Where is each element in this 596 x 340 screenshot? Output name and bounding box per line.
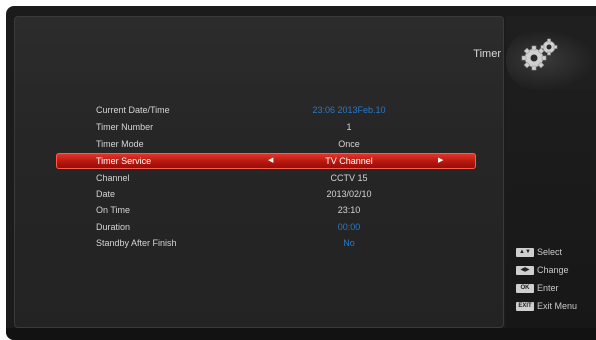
help-change: ◀▶ Change xyxy=(516,263,569,277)
row-label: Date xyxy=(96,189,116,199)
right-arrow-icon[interactable]: ▶ xyxy=(438,153,443,169)
row-label: Channel xyxy=(96,173,130,183)
row-channel[interactable]: Channel CCTV 15 xyxy=(56,170,476,186)
help-label: Change xyxy=(537,265,569,275)
row-value: No xyxy=(343,238,355,248)
row-value: 23:06 2013Feb.10 xyxy=(312,105,386,115)
row-value: 1 xyxy=(346,122,352,132)
help-label: Enter xyxy=(537,283,559,293)
row-label: Timer Number xyxy=(96,122,154,132)
row-current-date-time: Current Date/Time 23:06 2013Feb.10 xyxy=(56,102,476,118)
row-value: TV Channel xyxy=(325,156,373,166)
ok-key-icon: OK xyxy=(516,284,534,294)
row-label: Standby After Finish xyxy=(96,238,177,248)
left-right-key-icon: ◀▶ xyxy=(516,266,534,276)
row-value: 23:10 xyxy=(337,205,361,215)
help-exit-menu: EXIT Exit Menu xyxy=(516,299,577,313)
row-value: CCTV 15 xyxy=(330,173,368,183)
bottom-strip xyxy=(6,328,596,340)
row-label: Timer Service xyxy=(96,156,152,166)
row-label: Current Date/Time xyxy=(96,105,170,115)
exit-key-icon: EXIT xyxy=(516,302,534,312)
help-select: ▲▼ Select xyxy=(516,245,562,259)
row-value: 00:00 xyxy=(337,222,361,232)
row-value: 2013/02/10 xyxy=(326,189,372,199)
row-timer-service[interactable]: Timer Service ◀ TV Channel ▶ xyxy=(56,153,476,169)
help-label: Select xyxy=(537,247,563,257)
help-enter: OK Enter xyxy=(516,281,559,295)
row-date[interactable]: Date 2013/02/10 xyxy=(56,186,476,202)
row-duration[interactable]: Duration 00:00 xyxy=(56,219,476,235)
row-timer-number[interactable]: Timer Number 1 xyxy=(56,119,476,135)
row-label: On Time xyxy=(96,205,131,215)
row-label: Timer Mode xyxy=(96,139,144,149)
help-label: Exit Menu xyxy=(537,301,578,311)
row-timer-mode[interactable]: Timer Mode Once xyxy=(56,136,476,152)
row-standby-after-finish[interactable]: Standby After Finish No xyxy=(56,235,476,251)
row-value: Once xyxy=(338,139,360,149)
gear-icon xyxy=(521,38,558,71)
row-on-time[interactable]: On Time 23:10 xyxy=(56,202,476,218)
up-down-key-icon: ▲▼ xyxy=(516,248,534,258)
menu-title: Timer xyxy=(473,48,501,60)
row-label: Duration xyxy=(96,222,131,232)
